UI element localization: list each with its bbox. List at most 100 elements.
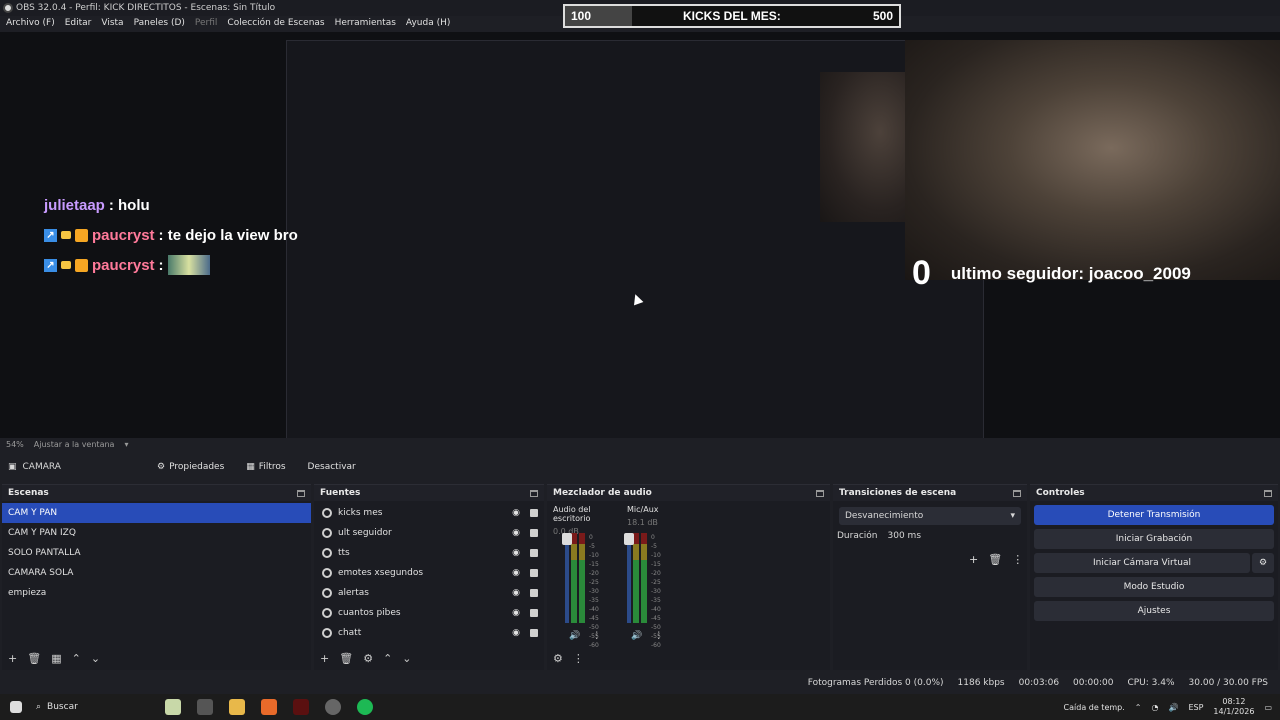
filters-label: Filtros	[258, 462, 286, 472]
start-virtual-cam-button[interactable]: Iniciar Cámara Virtual	[1034, 553, 1250, 573]
add-icon[interactable]: +	[320, 652, 329, 665]
properties-button[interactable]: ⚙ Propiedades	[149, 457, 232, 477]
more-icon[interactable]: ⋮	[654, 631, 663, 641]
gear-icon[interactable]: ⚙	[363, 652, 373, 665]
stream-preview[interactable]: 100 KICKS DEL MES: 500 julietaap : holu …	[0, 32, 1280, 438]
weather-widget-icon[interactable]	[165, 699, 182, 715]
obs-taskbar-icon[interactable]	[325, 699, 342, 715]
undock-icon[interactable]	[530, 489, 538, 497]
eye-icon[interactable]: ◉	[512, 508, 520, 518]
source-item[interactable]: kicks mes ◉	[314, 503, 544, 523]
menu-scene-collection[interactable]: Colección de Escenas	[227, 18, 324, 32]
add-icon[interactable]: +	[969, 553, 978, 566]
lock-icon[interactable]	[530, 569, 538, 577]
more-icon[interactable]: ⋮	[573, 652, 584, 665]
menu-docks[interactable]: Paneles (D)	[134, 18, 185, 32]
language[interactable]: ESP	[1188, 703, 1203, 712]
task-view-icon[interactable]	[197, 699, 214, 715]
source-item[interactable]: chatt ◉	[314, 623, 544, 643]
eye-icon[interactable]: ◉	[512, 628, 520, 638]
mixer-toolbar: ⚙ ⋮	[547, 650, 830, 666]
notification-icon[interactable]: ▭	[1264, 703, 1272, 712]
more-icon[interactable]: ⋮	[592, 631, 601, 641]
menu-tools[interactable]: Herramientas	[335, 18, 396, 32]
studio-mode-button[interactable]: Modo Estudio	[1034, 577, 1274, 597]
meter-tick: -15	[651, 561, 661, 568]
source-item[interactable]: alertas ◉	[314, 583, 544, 603]
chevron-up-icon[interactable]: ⌃	[1135, 703, 1142, 712]
lock-icon[interactable]	[530, 509, 538, 517]
scene-item[interactable]: CAM Y PAN IZQ	[2, 523, 311, 543]
chevron-up-icon[interactable]: ⌃	[72, 652, 81, 665]
gear-icon[interactable]: ⚙	[553, 652, 563, 665]
source-item[interactable]: emotes xsegundos ◉	[314, 563, 544, 583]
lock-icon[interactable]	[530, 629, 538, 637]
speaker-icon[interactable]: 🔊	[569, 631, 580, 641]
kicks-label: KICKS DEL MES:	[683, 9, 781, 23]
lock-icon[interactable]	[530, 549, 538, 557]
scene-item[interactable]: CAM Y PAN	[2, 503, 311, 523]
windows-start-icon[interactable]	[10, 701, 22, 713]
undock-icon[interactable]	[816, 489, 824, 497]
status-bar: Fotogramas Perdidos 0 (0.0%) 1186 kbps 0…	[0, 674, 1280, 692]
source-type-icon	[322, 508, 332, 518]
volume-slider[interactable]	[624, 533, 634, 623]
deactivate-button[interactable]: Desactivar	[300, 457, 364, 477]
clock[interactable]: 08:12 14/1/2026	[1213, 697, 1254, 717]
app-icon[interactable]	[293, 699, 310, 715]
filter-icon[interactable]: ▦	[51, 652, 61, 665]
duration-input[interactable]: 300 ms	[888, 531, 922, 541]
chat-message: : te dejo la view bro	[158, 226, 298, 244]
menu-view[interactable]: Vista	[101, 18, 123, 32]
gear-icon[interactable]: ⚙	[1252, 553, 1274, 573]
speaker-icon[interactable]: 🔊	[631, 631, 642, 641]
source-item[interactable]: ult seguidor ◉	[314, 523, 544, 543]
lock-icon[interactable]	[530, 529, 538, 537]
trash-icon[interactable]: 🗑	[339, 652, 353, 665]
spotify-icon[interactable]	[357, 699, 374, 715]
settings-button[interactable]: Ajustes	[1034, 601, 1274, 621]
undock-icon[interactable]	[297, 489, 305, 497]
menu-profile[interactable]: Perfil	[195, 18, 218, 32]
volume-slider[interactable]	[562, 533, 572, 623]
chevron-down-icon[interactable]: ⌄	[402, 652, 411, 665]
chevron-down-icon[interactable]: ⌄	[91, 652, 100, 665]
source-label: tts	[338, 548, 350, 558]
trash-icon[interactable]: 🗑	[27, 652, 41, 665]
scene-item[interactable]: empieza	[2, 583, 311, 603]
eye-icon[interactable]: ◉	[512, 548, 520, 558]
brave-icon[interactable]	[261, 699, 278, 715]
scene-item[interactable]: SOLO PANTALLA	[2, 543, 311, 563]
scene-item[interactable]: CAMARA SOLA	[2, 563, 311, 583]
source-item[interactable]: cuantos pibes ◉	[314, 603, 544, 623]
transition-select[interactable]: Desvanecimiento ▾	[839, 507, 1021, 525]
stream-time: 00:03:06	[1018, 678, 1060, 688]
menu-file[interactable]: Archivo (F)	[6, 18, 55, 32]
eye-icon[interactable]: ◉	[512, 608, 520, 618]
chevron-up-icon[interactable]: ⌃	[383, 652, 392, 665]
stop-stream-button[interactable]: Detener Transmisión	[1034, 505, 1274, 525]
add-icon[interactable]: +	[8, 652, 17, 665]
menu-edit[interactable]: Editar	[65, 18, 92, 32]
undock-icon[interactable]	[1264, 489, 1272, 497]
taskbar-search[interactable]: Buscar	[47, 702, 157, 712]
mixer-channel: Mic/Aux 18.1 dB	[627, 505, 687, 527]
zoom-fit[interactable]: Ajustar a la ventana	[34, 440, 115, 452]
zoom-level[interactable]: 54%	[6, 440, 24, 452]
chevron-down-icon[interactable]: ▾	[124, 440, 128, 452]
lock-icon[interactable]	[530, 609, 538, 617]
undock-icon[interactable]	[1013, 489, 1021, 497]
eye-icon[interactable]: ◉	[512, 588, 520, 598]
lock-icon[interactable]	[530, 589, 538, 597]
filters-button[interactable]: ▦ Filtros	[238, 457, 293, 477]
eye-icon[interactable]: ◉	[512, 568, 520, 578]
file-explorer-icon[interactable]	[229, 699, 246, 715]
chat-overlay: julietaap : holu ↗ paucryst : te dejo la…	[44, 190, 298, 280]
sources-dock: Fuentes kicks mes ◉ ult seguidor ◉ tts ◉ emote…	[314, 484, 544, 670]
source-item[interactable]: tts ◉	[314, 543, 544, 563]
trash-icon[interactable]: 🗑	[988, 553, 1002, 566]
more-icon[interactable]: ⋮	[1012, 553, 1023, 566]
start-recording-button[interactable]: Iniciar Grabación	[1034, 529, 1274, 549]
eye-icon[interactable]: ◉	[512, 528, 520, 538]
menu-help[interactable]: Ayuda (H)	[406, 18, 450, 32]
